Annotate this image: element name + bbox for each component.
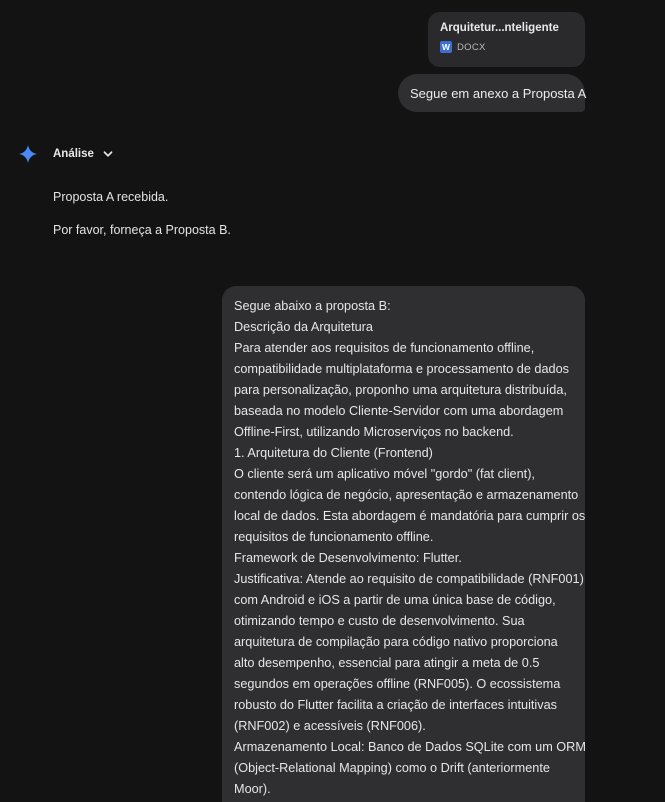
message-line: Armazenamento Local: Banco de Dados SQLi…	[234, 740, 586, 754]
chevron-down-icon[interactable]	[102, 148, 114, 160]
gemini-spark-icon	[18, 144, 38, 164]
attachment-type: DOCX	[457, 41, 486, 53]
message-line: segundos em operações offline (RNF005). …	[234, 677, 561, 691]
message-line: local de dados. Esta abordagem é mandató…	[234, 509, 586, 523]
message-line: (RNF002) e acessíveis (RNF006).	[234, 719, 426, 733]
attachment-name: Arquitetur...nteligente	[440, 22, 559, 34]
attachment-meta: W DOCX	[440, 41, 573, 53]
message-line: O cliente será um aplicativo móvel "gord…	[234, 467, 535, 481]
message-line: robusto do Flutter facilita a criação de…	[234, 698, 557, 712]
message-line: alto desempenho, essencial para atingir …	[234, 656, 540, 670]
attachment-chip[interactable]: Arquitetur...nteligente W DOCX	[428, 12, 585, 67]
message-line: 1. Arquitetura do Cliente (Frontend)	[234, 446, 433, 460]
word-doc-icon: W	[440, 41, 452, 53]
message-line: Offline-First, utilizando Microserviços …	[234, 425, 514, 439]
message-line: Segue abaixo a proposta B:	[234, 299, 391, 313]
message-line: (Object-Relational Mapping) como o Drift…	[234, 761, 550, 775]
message-line: Moor).	[234, 782, 271, 796]
message-line: Descrição da Arquitetura	[234, 320, 373, 334]
message-line: contendo lógica de negócio, apresentação…	[234, 488, 579, 502]
response-line: Por favor, forneça a Proposta B.	[53, 223, 231, 237]
message-line: com Android e iOS a partir de uma única …	[234, 593, 556, 607]
model-response-header: Análise	[18, 144, 114, 164]
chat-conversation: Arquitetur...nteligente W DOCX Segue em …	[0, 0, 665, 802]
message-line: Framework de Desenvolvimento: Flutter.	[234, 551, 462, 565]
model-name[interactable]: Análise	[53, 148, 94, 160]
user-message-bubble: Segue em anexo a Proposta A	[398, 74, 586, 112]
message-line: baseada no modelo Cliente-Servidor com u…	[234, 404, 564, 418]
message-line: compatibilidade multiplataforma e proces…	[234, 362, 569, 376]
message-line: otimizando tempo e custo de desenvolvime…	[234, 614, 525, 628]
message-line: Para atender aos requisitos de funcionam…	[234, 341, 535, 355]
message-line: Justificativa: Atende ao requisito de co…	[234, 572, 584, 586]
message-line: para personalização, proponho uma arquit…	[234, 383, 567, 397]
response-line: Proposta A recebida.	[53, 190, 169, 204]
message-line: arquitetura de compilação para código na…	[234, 635, 558, 649]
user-message-bubble-proposal-b: Segue abaixo a proposta B: Descrição da A…	[222, 286, 586, 802]
message-line: requisitos de funcionamento offline.	[234, 530, 434, 544]
message-text: Segue abaixo a proposta B: Descrição da A…	[234, 296, 586, 800]
